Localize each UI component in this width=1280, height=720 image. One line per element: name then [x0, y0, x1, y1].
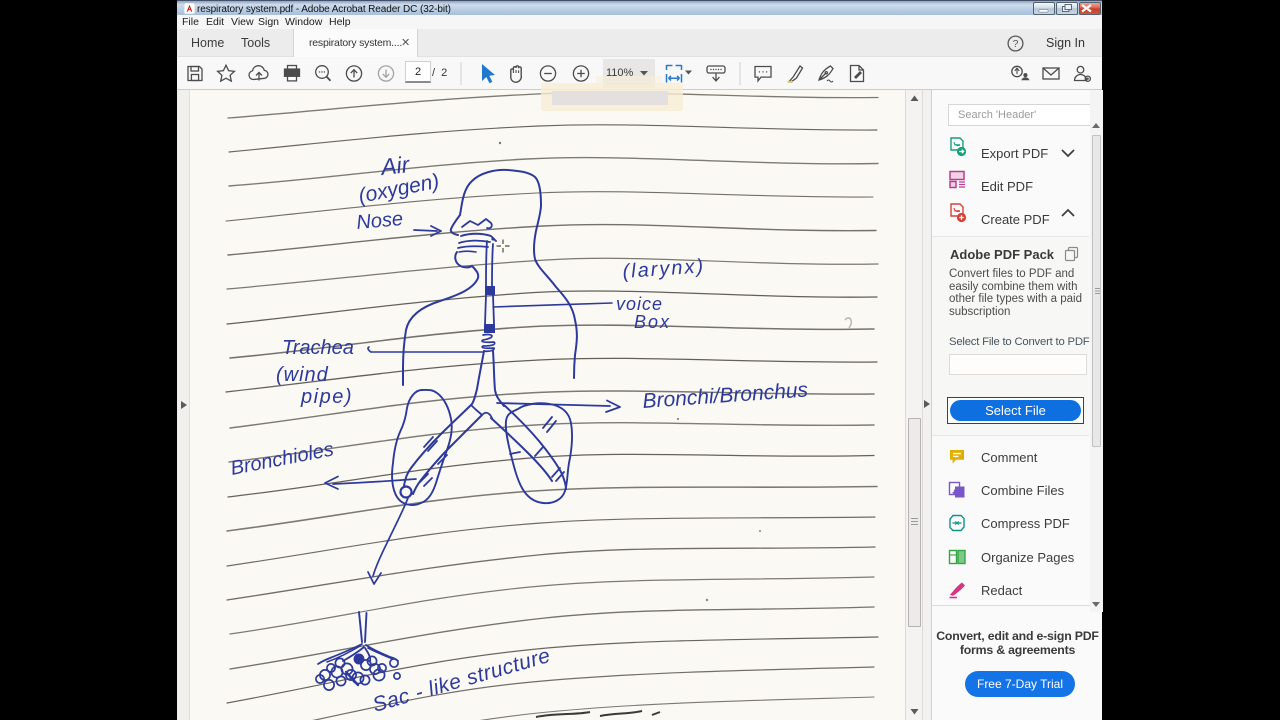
svg-text:pipe): pipe)	[300, 386, 353, 408]
svg-text:voice: voice	[616, 294, 663, 314]
svg-text:Trachea: Trachea	[282, 337, 354, 359]
svg-text:Nose: Nose	[356, 208, 404, 234]
svg-text:Box: Box	[634, 312, 671, 332]
svg-text:?: ?	[1013, 38, 1019, 50]
svg-text:(wind: (wind	[276, 364, 329, 386]
